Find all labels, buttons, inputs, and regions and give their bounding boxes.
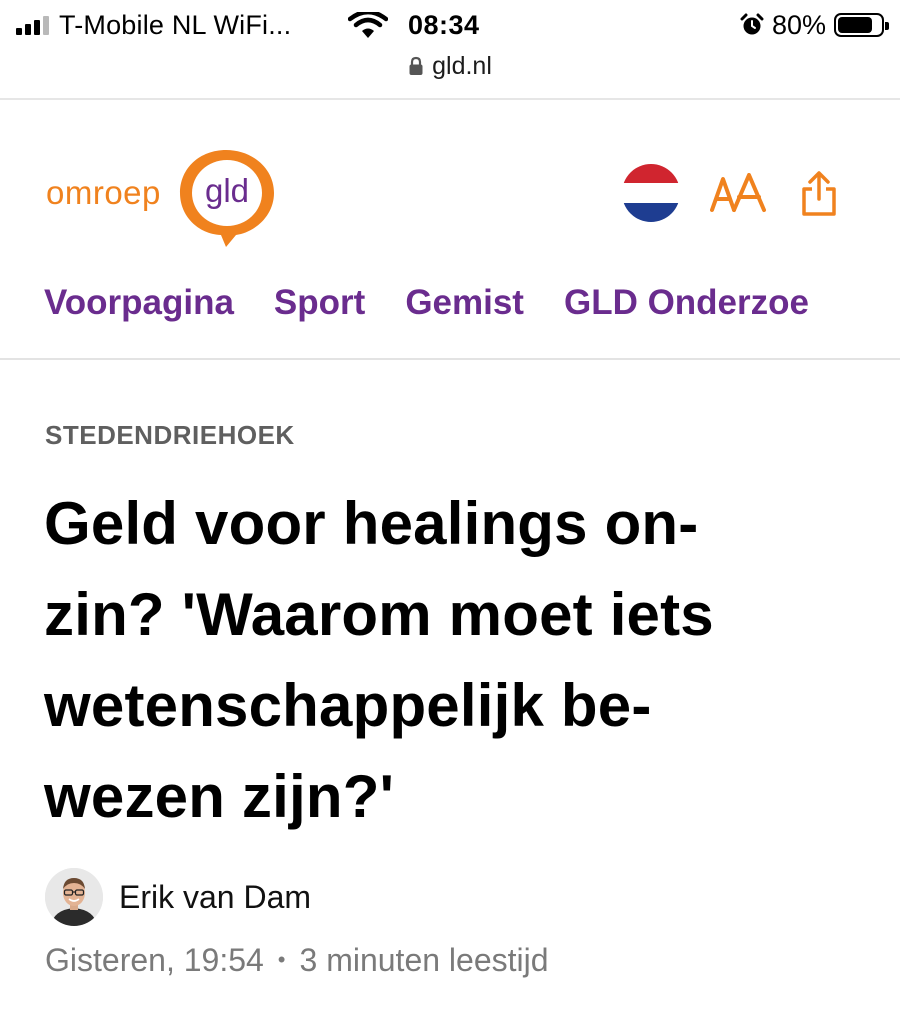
headline-line: Geld voor healings on- bbox=[44, 490, 699, 557]
svg-text:omroep: omroep bbox=[46, 174, 161, 211]
nav-item-sport[interactable]: Sport bbox=[274, 280, 365, 326]
nav-item-gemist[interactable]: Gemist bbox=[405, 280, 524, 326]
status-bar-left: T-Mobile NL WiFi... bbox=[16, 8, 291, 42]
signal-icon bbox=[16, 15, 49, 35]
headline-line: wetenschappelijk be- bbox=[44, 672, 652, 739]
browser-divider bbox=[0, 98, 900, 100]
wifi-icon bbox=[348, 12, 388, 38]
lock-icon bbox=[409, 56, 423, 75]
share-icon[interactable] bbox=[798, 169, 840, 217]
battery-icon bbox=[834, 13, 889, 37]
article-headline: Geld voor healings on- zin? 'Waarom moet… bbox=[44, 478, 874, 842]
author-avatar bbox=[45, 868, 103, 926]
status-bar-right: 80% bbox=[740, 8, 889, 42]
headline-line: zin? 'Waarom moet iets bbox=[44, 581, 714, 648]
author-name[interactable]: Erik van Dam bbox=[119, 877, 311, 917]
carrier-name: T-Mobile NL WiFi... bbox=[59, 9, 292, 40]
text-size-icon[interactable] bbox=[710, 173, 768, 213]
headline-line: wezen zijn?' bbox=[44, 763, 395, 830]
battery-percentage: 80% bbox=[771, 10, 826, 40]
status-bar: T-Mobile NL WiFi... 08:34 80% bbox=[0, 0, 900, 50]
author-byline[interactable]: Erik van Dam bbox=[45, 868, 311, 926]
address-bar[interactable]: gld.nl bbox=[0, 48, 900, 84]
url-text: gld.nl bbox=[432, 52, 492, 80]
meta-separator: • bbox=[277, 947, 286, 972]
svg-text:gld: gld bbox=[205, 172, 249, 209]
battery-level-fill bbox=[838, 17, 872, 33]
article-meta: Gisteren, 19:54 • 3 minuten leestijd bbox=[45, 940, 549, 980]
nav-divider bbox=[0, 358, 900, 360]
omroep-gld-logo[interactable]: omroep gld bbox=[46, 146, 278, 248]
header-tools bbox=[622, 164, 840, 222]
article-category[interactable]: STEDENDRIEHOEK bbox=[45, 420, 295, 450]
status-time: 08:34 bbox=[408, 10, 480, 40]
reading-time: 3 minuten leestijd bbox=[299, 942, 549, 978]
nav-item-gld-onderzoek[interactable]: GLD Onderzoe bbox=[564, 280, 809, 326]
main-nav: Voorpagina Sport Gemist GLD Onderzoe bbox=[0, 280, 900, 326]
alarm-icon bbox=[740, 13, 764, 35]
publish-date: Gisteren, 19:54 bbox=[45, 942, 264, 978]
dutch-flag-icon[interactable] bbox=[622, 164, 680, 222]
nav-item-voorpagina[interactable]: Voorpagina bbox=[44, 280, 234, 326]
